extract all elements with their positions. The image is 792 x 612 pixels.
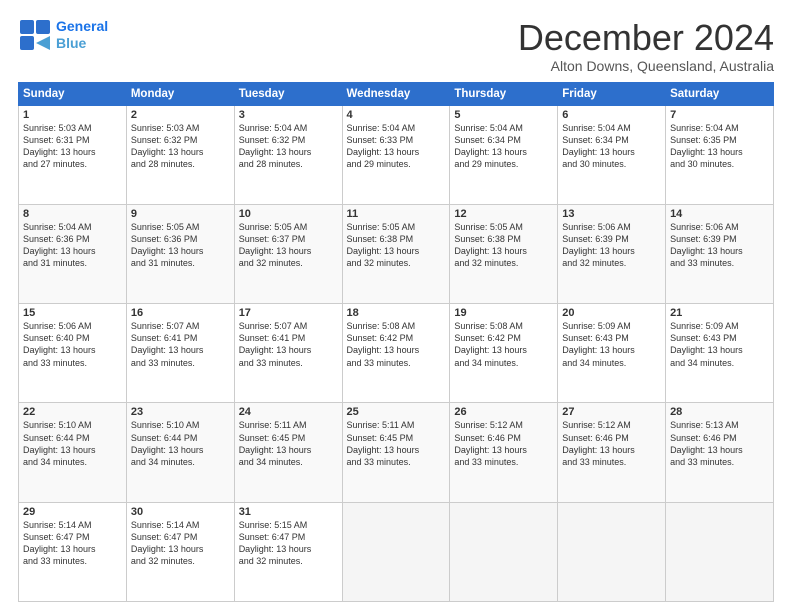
day-17: 17 Sunrise: 5:07 AMSunset: 6:41 PMDaylig… xyxy=(234,304,342,403)
day-4: 4 Sunrise: 5:04 AMSunset: 6:33 PMDayligh… xyxy=(342,105,450,204)
day-1: 1 Sunrise: 5:03 AMSunset: 6:31 PMDayligh… xyxy=(19,105,127,204)
col-thursday: Thursday xyxy=(450,82,558,105)
col-wednesday: Wednesday xyxy=(342,82,450,105)
day-7: 7 Sunrise: 5:04 AMSunset: 6:35 PMDayligh… xyxy=(666,105,774,204)
empty-cell xyxy=(450,502,558,601)
day-29: 29 Sunrise: 5:14 AMSunset: 6:47 PMDaylig… xyxy=(19,502,127,601)
day-18: 18 Sunrise: 5:08 AMSunset: 6:42 PMDaylig… xyxy=(342,304,450,403)
day-16: 16 Sunrise: 5:07 AMSunset: 6:41 PMDaylig… xyxy=(126,304,234,403)
day-25: 25 Sunrise: 5:11 AMSunset: 6:45 PMDaylig… xyxy=(342,403,450,502)
day-31: 31 Sunrise: 5:15 AMSunset: 6:47 PMDaylig… xyxy=(234,502,342,601)
location: Alton Downs, Queensland, Australia xyxy=(518,58,774,74)
page: General Blue December 2024 Alton Downs, … xyxy=(0,0,792,612)
empty-cell xyxy=(342,502,450,601)
day-9: 9 Sunrise: 5:05 AMSunset: 6:36 PMDayligh… xyxy=(126,204,234,303)
day-27: 27 Sunrise: 5:12 AMSunset: 6:46 PMDaylig… xyxy=(558,403,666,502)
col-tuesday: Tuesday xyxy=(234,82,342,105)
col-saturday: Saturday xyxy=(666,82,774,105)
table-row: 15 Sunrise: 5:06 AMSunset: 6:40 PMDaylig… xyxy=(19,304,774,403)
day-19: 19 Sunrise: 5:08 AMSunset: 6:42 PMDaylig… xyxy=(450,304,558,403)
col-monday: Monday xyxy=(126,82,234,105)
day-15: 15 Sunrise: 5:06 AMSunset: 6:40 PMDaylig… xyxy=(19,304,127,403)
day-30: 30 Sunrise: 5:14 AMSunset: 6:47 PMDaylig… xyxy=(126,502,234,601)
month-title: December 2024 xyxy=(518,18,774,58)
col-sunday: Sunday xyxy=(19,82,127,105)
day-8: 8 Sunrise: 5:04 AMSunset: 6:36 PMDayligh… xyxy=(19,204,127,303)
calendar-header-row: Sunday Monday Tuesday Wednesday Thursday… xyxy=(19,82,774,105)
day-23: 23 Sunrise: 5:10 AMSunset: 6:44 PMDaylig… xyxy=(126,403,234,502)
empty-cell xyxy=(666,502,774,601)
calendar: Sunday Monday Tuesday Wednesday Thursday… xyxy=(18,82,774,602)
day-26: 26 Sunrise: 5:12 AMSunset: 6:46 PMDaylig… xyxy=(450,403,558,502)
empty-cell xyxy=(558,502,666,601)
table-row: 22 Sunrise: 5:10 AMSunset: 6:44 PMDaylig… xyxy=(19,403,774,502)
day-10: 10 Sunrise: 5:05 AMSunset: 6:37 PMDaylig… xyxy=(234,204,342,303)
header: General Blue December 2024 Alton Downs, … xyxy=(18,18,774,74)
day-14: 14 Sunrise: 5:06 AMSunset: 6:39 PMDaylig… xyxy=(666,204,774,303)
day-11: 11 Sunrise: 5:05 AMSunset: 6:38 PMDaylig… xyxy=(342,204,450,303)
day-13: 13 Sunrise: 5:06 AMSunset: 6:39 PMDaylig… xyxy=(558,204,666,303)
table-row: 8 Sunrise: 5:04 AMSunset: 6:36 PMDayligh… xyxy=(19,204,774,303)
day-20: 20 Sunrise: 5:09 AMSunset: 6:43 PMDaylig… xyxy=(558,304,666,403)
title-section: December 2024 Alton Downs, Queensland, A… xyxy=(518,18,774,74)
day-2: 2 Sunrise: 5:03 AMSunset: 6:32 PMDayligh… xyxy=(126,105,234,204)
day-21: 21 Sunrise: 5:09 AMSunset: 6:43 PMDaylig… xyxy=(666,304,774,403)
logo-icon xyxy=(18,18,52,52)
table-row: 29 Sunrise: 5:14 AMSunset: 6:47 PMDaylig… xyxy=(19,502,774,601)
logo-text: General Blue xyxy=(56,18,108,52)
day-3: 3 Sunrise: 5:04 AMSunset: 6:32 PMDayligh… xyxy=(234,105,342,204)
day-5: 5 Sunrise: 5:04 AMSunset: 6:34 PMDayligh… xyxy=(450,105,558,204)
day-24: 24 Sunrise: 5:11 AMSunset: 6:45 PMDaylig… xyxy=(234,403,342,502)
col-friday: Friday xyxy=(558,82,666,105)
day-28: 28 Sunrise: 5:13 AMSunset: 6:46 PMDaylig… xyxy=(666,403,774,502)
logo: General Blue xyxy=(18,18,108,52)
day-22: 22 Sunrise: 5:10 AMSunset: 6:44 PMDaylig… xyxy=(19,403,127,502)
table-row: 1 Sunrise: 5:03 AMSunset: 6:31 PMDayligh… xyxy=(19,105,774,204)
day-12: 12 Sunrise: 5:05 AMSunset: 6:38 PMDaylig… xyxy=(450,204,558,303)
day-6: 6 Sunrise: 5:04 AMSunset: 6:34 PMDayligh… xyxy=(558,105,666,204)
